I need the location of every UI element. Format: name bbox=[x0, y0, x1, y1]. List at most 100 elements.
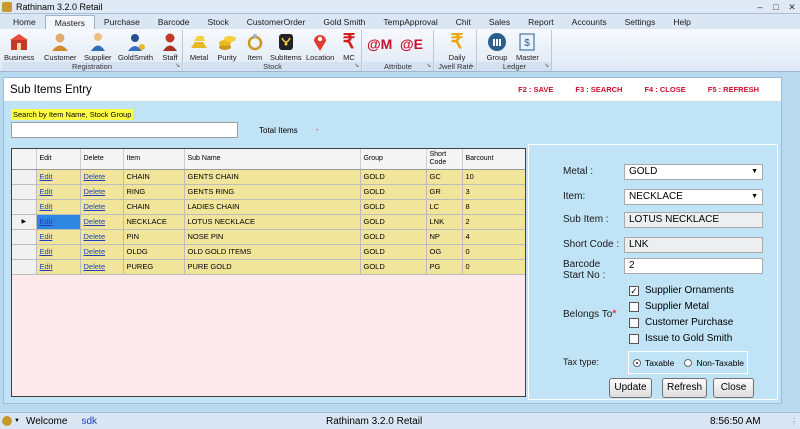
row-header[interactable] bbox=[12, 199, 37, 215]
mc-button[interactable]: ₹ MC bbox=[338, 31, 360, 62]
dialog-launcher-icon[interactable]: ↘ bbox=[354, 62, 359, 71]
table-row-selected[interactable]: ▶ Edit Delete NECKLACE LOTUS NECKLACE GO… bbox=[12, 214, 525, 230]
cell-group[interactable]: GOLD bbox=[360, 259, 427, 275]
table-row[interactable]: Edit Delete OLDG OLD GOLD ITEMS GOLD OG … bbox=[12, 244, 525, 260]
table-row[interactable]: Edit Delete CHAIN LADIES CHAIN GOLD LC 8 bbox=[12, 199, 525, 215]
cell-barcount[interactable]: 0 bbox=[462, 259, 525, 275]
menu-customer-order[interactable]: CustomerOrder bbox=[238, 15, 315, 29]
delete-link[interactable]: Delete bbox=[80, 184, 124, 200]
edit-link[interactable]: Edit bbox=[36, 244, 81, 260]
table-row[interactable]: Edit Delete RING GENTS RING GOLD GR 3 bbox=[12, 184, 525, 200]
master-button[interactable]: $ Master bbox=[516, 31, 539, 62]
cell-short-code[interactable]: OG bbox=[426, 244, 463, 260]
cell-item[interactable]: CHAIN bbox=[123, 199, 185, 215]
delete-link[interactable]: Delete bbox=[80, 199, 124, 215]
cell-short-code[interactable]: NP bbox=[426, 229, 463, 245]
purity-button[interactable]: Purity bbox=[216, 31, 238, 62]
dialog-launcher-icon[interactable]: ↘ bbox=[544, 62, 549, 71]
cell-barcount[interactable]: 10 bbox=[462, 169, 525, 185]
row-header[interactable] bbox=[12, 244, 37, 260]
cell-barcount[interactable]: 2 bbox=[462, 214, 525, 230]
refresh-button[interactable]: Refresh bbox=[662, 378, 707, 398]
close-button[interactable]: Close bbox=[713, 378, 754, 398]
col-header-delete[interactable]: Delete bbox=[80, 149, 124, 170]
col-header-barcount[interactable]: Barcount bbox=[462, 149, 525, 170]
cell-sub-name[interactable]: GENTS CHAIN bbox=[184, 169, 361, 185]
checkbox-supplier-metal[interactable]: Supplier Metal bbox=[629, 301, 709, 312]
col-header-short-code[interactable]: Short Code bbox=[426, 149, 463, 170]
dialog-launcher-icon[interactable]: ↘ bbox=[175, 62, 180, 71]
cell-barcount[interactable]: 0 bbox=[462, 244, 525, 260]
cell-item[interactable]: OLDG bbox=[123, 244, 185, 260]
cell-short-code[interactable]: PG bbox=[426, 259, 463, 275]
edit-link[interactable]: Edit bbox=[36, 229, 81, 245]
delete-link[interactable]: Delete bbox=[80, 214, 124, 230]
cell-group[interactable]: GOLD bbox=[360, 229, 427, 245]
cell-group[interactable]: GOLD bbox=[360, 169, 427, 185]
menu-report[interactable]: Report bbox=[519, 15, 563, 29]
cell-barcount[interactable]: 3 bbox=[462, 184, 525, 200]
cell-group[interactable]: GOLD bbox=[360, 244, 427, 260]
cell-group[interactable]: GOLD bbox=[360, 184, 427, 200]
cell-item[interactable]: PUREG bbox=[123, 259, 185, 275]
edit-link[interactable]: Edit bbox=[36, 169, 81, 185]
update-button[interactable]: Update bbox=[609, 378, 652, 398]
staff-button[interactable]: Staff bbox=[159, 31, 181, 62]
col-header-item[interactable]: Item bbox=[123, 149, 185, 170]
menu-stock[interactable]: Stock bbox=[199, 15, 238, 29]
menu-settings[interactable]: Settings bbox=[616, 15, 665, 29]
cell-barcount[interactable]: 8 bbox=[462, 199, 525, 215]
dialog-launcher-icon[interactable]: ↘ bbox=[469, 62, 474, 71]
cell-sub-name[interactable]: PURE GOLD bbox=[184, 259, 361, 275]
row-header[interactable] bbox=[12, 184, 37, 200]
resize-grip-icon[interactable]: ⋮ bbox=[790, 417, 798, 426]
menu-chit[interactable]: Chit bbox=[447, 15, 480, 29]
subitems-button[interactable]: SubItems bbox=[270, 31, 302, 62]
search-input[interactable] bbox=[11, 122, 238, 138]
short-code-field[interactable]: LNK bbox=[624, 237, 763, 253]
metal-button[interactable]: Metal bbox=[188, 31, 210, 62]
menu-accounts[interactable]: Accounts bbox=[563, 15, 616, 29]
delete-link[interactable]: Delete bbox=[80, 229, 124, 245]
cell-short-code[interactable]: LC bbox=[426, 199, 463, 215]
maximize-icon[interactable]: □ bbox=[768, 1, 784, 13]
delete-link[interactable]: Delete bbox=[80, 169, 124, 185]
row-header[interactable] bbox=[12, 229, 37, 245]
edit-link[interactable]: Edit bbox=[36, 214, 81, 230]
customer-button[interactable]: Customer bbox=[44, 31, 77, 62]
cell-short-code[interactable]: LNK bbox=[426, 214, 463, 230]
cell-item[interactable]: NECKLACE bbox=[123, 214, 185, 230]
checkbox-customer-purchase[interactable]: Customer Purchase bbox=[629, 317, 733, 328]
cell-item[interactable]: RING bbox=[123, 184, 185, 200]
metal-select[interactable]: GOLD ▼ bbox=[624, 164, 763, 180]
checkbox-issue-to-gold-smith[interactable]: Issue to Gold Smith bbox=[629, 333, 732, 344]
col-header-group[interactable]: Group bbox=[360, 149, 427, 170]
item-button[interactable]: Item bbox=[244, 31, 266, 62]
goldsmith-button[interactable]: GoldSmith bbox=[118, 31, 153, 62]
delete-link[interactable]: Delete bbox=[80, 244, 124, 260]
menu-purchase[interactable]: Purchase bbox=[95, 15, 149, 29]
supplier-button[interactable]: Supplier bbox=[84, 31, 112, 62]
menu-sales[interactable]: Sales bbox=[480, 15, 519, 29]
delete-link[interactable]: Delete bbox=[80, 259, 124, 275]
menu-masters[interactable]: Masters bbox=[44, 15, 95, 29]
cell-item[interactable]: PIN bbox=[123, 229, 185, 245]
cell-barcount[interactable]: 4 bbox=[462, 229, 525, 245]
minimize-icon[interactable]: – bbox=[752, 1, 768, 13]
dialog-launcher-icon[interactable]: ↘ bbox=[426, 62, 431, 71]
item-select[interactable]: NECKLACE ▼ bbox=[624, 189, 763, 205]
cell-item[interactable]: CHAIN bbox=[123, 169, 185, 185]
table-row[interactable]: Edit Delete PIN NOSE PIN GOLD NP 4 bbox=[12, 229, 525, 245]
menu-barcode[interactable]: Barcode bbox=[149, 15, 199, 29]
menu-temp-approval[interactable]: TempApproval bbox=[374, 15, 446, 29]
cell-sub-name[interactable]: OLD GOLD ITEMS bbox=[184, 244, 361, 260]
radio-taxable[interactable]: Taxable bbox=[633, 358, 674, 368]
cell-group[interactable]: GOLD bbox=[360, 199, 427, 215]
sub-item-field[interactable]: LOTUS NECKLACE bbox=[624, 212, 763, 228]
cell-group[interactable]: GOLD bbox=[360, 214, 427, 230]
col-header-sub-name[interactable]: Sub Name bbox=[184, 149, 361, 170]
business-button[interactable]: Business bbox=[4, 31, 34, 62]
edit-link[interactable]: Edit bbox=[36, 184, 81, 200]
cell-sub-name[interactable]: NOSE PIN bbox=[184, 229, 361, 245]
group-button[interactable]: Group bbox=[486, 31, 508, 62]
